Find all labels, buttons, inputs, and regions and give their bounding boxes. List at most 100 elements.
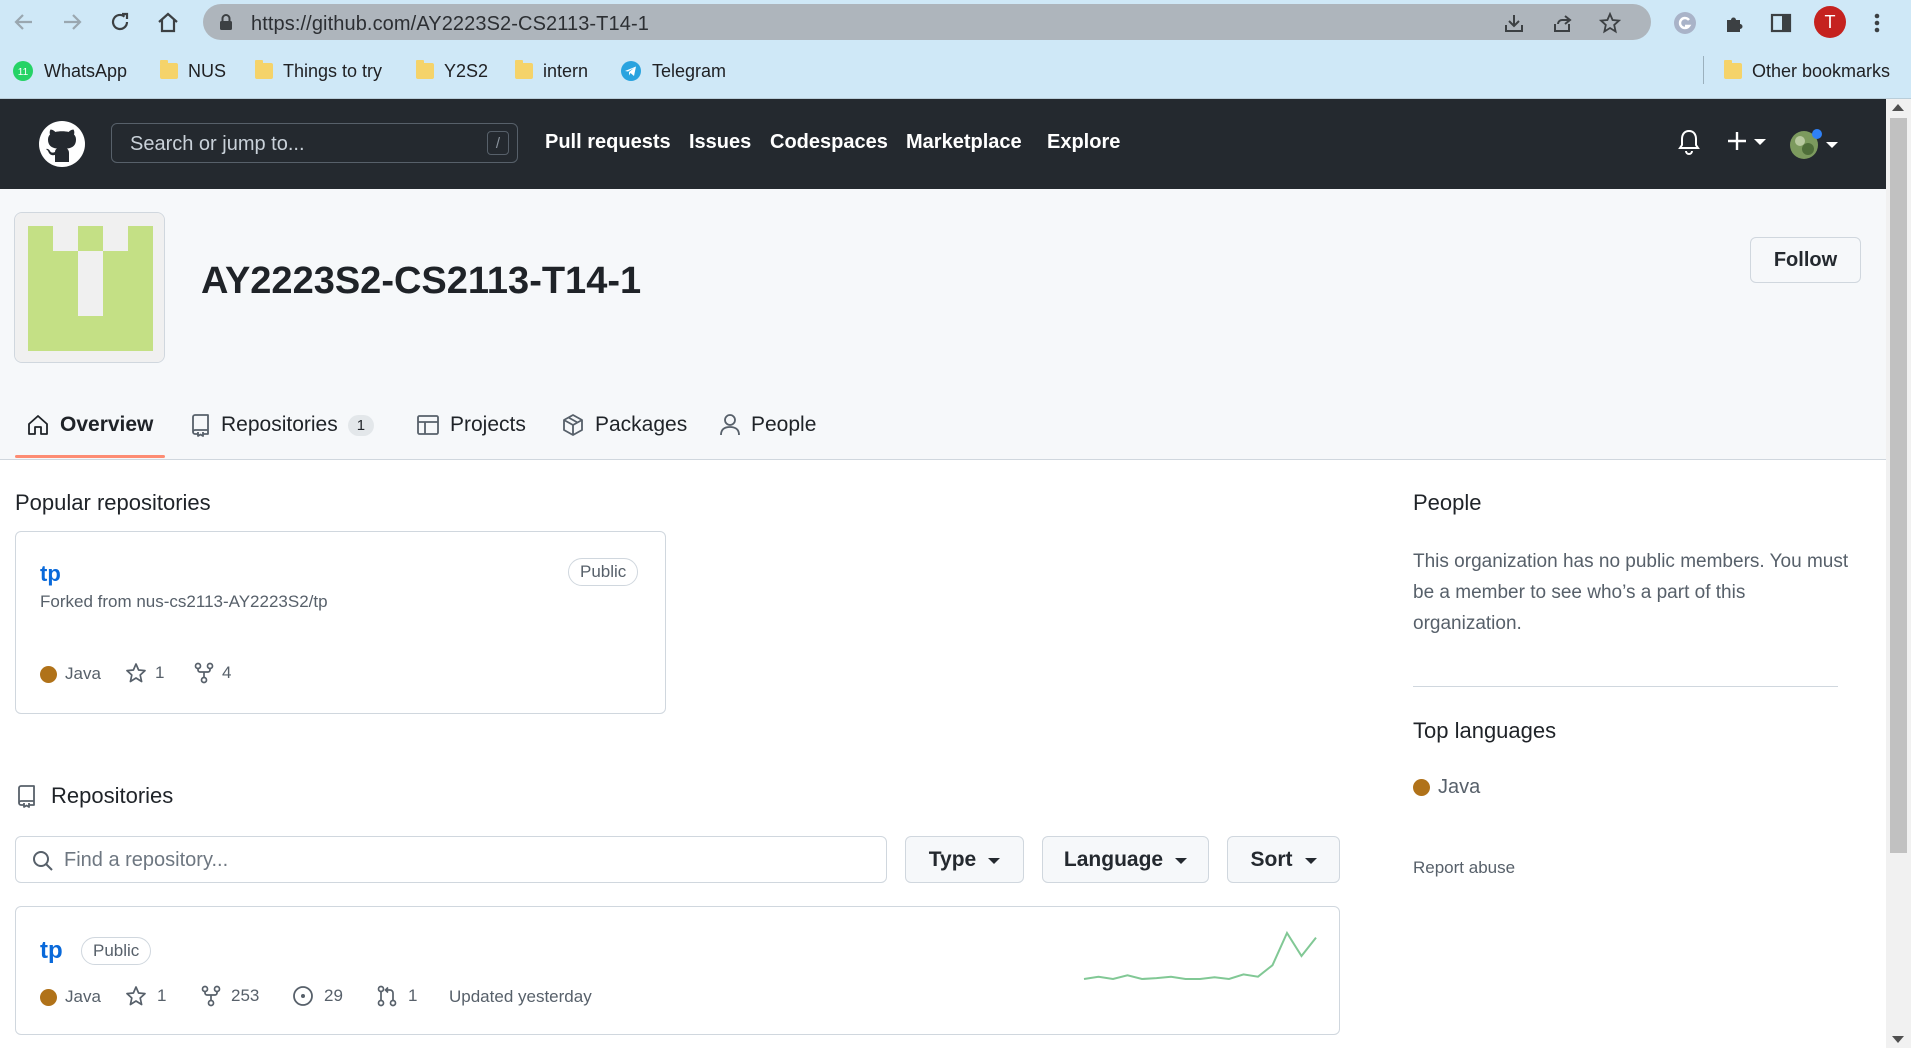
selected-tab-indicator — [15, 455, 165, 458]
bookmark-other-bookmarks[interactable]: Other bookmarks — [1724, 58, 1890, 84]
repo-link[interactable]: tp — [40, 937, 63, 965]
share-icon[interactable] — [1551, 12, 1573, 34]
type-filter-button[interactable]: Type — [905, 836, 1024, 883]
reload-button[interactable] — [104, 6, 136, 38]
extensions-icon[interactable] — [1722, 10, 1748, 36]
find-repository-input[interactable]: Find a repository... — [15, 836, 887, 883]
org-avatar — [14, 212, 165, 363]
address-bar[interactable]: https://github.com/AY2223S2-CS2113-T14-1 — [203, 4, 1651, 40]
scroll-up-arrow-icon[interactable] — [1892, 104, 1904, 111]
bookmark-label: NUS — [188, 60, 227, 81]
bookmark-label: intern — [543, 60, 589, 81]
bookmark-telegram[interactable]: Telegram — [620, 58, 726, 84]
repo-stars[interactable]: 1 — [125, 662, 164, 684]
nav-pull-requests[interactable]: Pull requests — [545, 131, 671, 154]
popular-repo-link[interactable]: tp — [40, 561, 61, 587]
tab-label: People — [751, 413, 817, 436]
find-repository-placeholder: Find a repository... — [64, 849, 229, 871]
side-panel-icon[interactable] — [1768, 10, 1794, 36]
stars-count: 1 — [157, 986, 167, 1005]
nav-explore[interactable]: Explore — [1047, 131, 1120, 154]
repo-forks[interactable]: 4 — [194, 662, 231, 684]
updated-time: Updated yesterday — [449, 987, 592, 1006]
nav-marketplace[interactable]: Marketplace — [906, 131, 1022, 154]
report-abuse-link[interactable]: Report abuse — [1413, 858, 1515, 878]
search-shortcut-key: / — [487, 131, 509, 155]
org-name: AY2223S2-CS2113-T14-1 — [201, 260, 642, 302]
bookmark-whatsapp[interactable]: 11 WhatsApp — [12, 58, 127, 84]
grammarly-icon[interactable] — [1672, 10, 1698, 36]
repo-stars[interactable]: 1 — [125, 985, 166, 1007]
follow-button[interactable]: Follow — [1750, 237, 1861, 283]
home-button[interactable] — [152, 6, 184, 38]
person-icon — [720, 414, 740, 436]
bookmark-y2s2[interactable]: Y2S2 — [416, 58, 488, 84]
user-avatar-menu-icon[interactable] — [1788, 129, 1840, 161]
issues-count: 29 — [324, 986, 343, 1005]
sort-filter-button[interactable]: Sort — [1227, 836, 1340, 883]
people-section-title: People — [1413, 490, 1482, 515]
tab-overview[interactable]: Overview — [26, 410, 153, 440]
nav-issues[interactable]: Issues — [689, 131, 751, 154]
people-description: This organization has no public members.… — [1413, 551, 1849, 634]
stars-count: 1 — [155, 663, 165, 682]
svg-text:11: 11 — [18, 67, 29, 78]
repo-icon — [192, 414, 209, 437]
tab-projects[interactable]: Projects — [416, 410, 526, 440]
filter-label: Language — [1063, 847, 1164, 871]
whatsapp-icon: 11 — [13, 61, 33, 81]
folder-icon — [416, 60, 434, 79]
scroll-down-arrow-icon[interactable] — [1892, 1036, 1904, 1043]
notifications-bell-icon[interactable] — [1678, 129, 1700, 155]
tab-packages[interactable]: Packages — [561, 410, 687, 440]
back-button[interactable] — [8, 6, 40, 38]
language-filter-button[interactable]: Language — [1042, 836, 1209, 883]
home-icon — [158, 12, 178, 33]
create-new-plus-icon[interactable] — [1726, 129, 1768, 155]
github-logo-icon[interactable] — [38, 120, 86, 168]
repo-forks[interactable]: 253 — [201, 985, 259, 1007]
pull-request-icon — [377, 985, 397, 1007]
repo-language: Java — [40, 664, 101, 684]
identicon-image — [15, 213, 164, 362]
bookmark-label: Telegram — [652, 60, 727, 81]
bookmark-nus[interactable]: NUS — [160, 58, 226, 84]
scrollbar-thumb[interactable] — [1890, 118, 1907, 853]
bookmark-label: Other bookmarks — [1752, 60, 1891, 81]
repo-language: Java — [40, 987, 101, 1007]
install-app-icon[interactable] — [1503, 12, 1525, 34]
repositories-count-badge: 1 — [347, 414, 375, 436]
forward-button[interactable] — [56, 6, 88, 38]
lock-icon — [220, 14, 232, 30]
sparkline-line — [1083, 930, 1317, 981]
search-placeholder: Search or jump to... — [130, 133, 305, 155]
filter-label: Sort — [1250, 847, 1293, 871]
issue-opened-icon — [293, 986, 313, 1006]
browser-menu-icon[interactable] — [1864, 10, 1890, 36]
browser-profile-avatar[interactable]: T — [1814, 6, 1846, 38]
language-label: Java — [65, 987, 101, 1006]
top-language-item: Java — [1413, 776, 1480, 799]
tab-repositories[interactable]: Repositories 1 — [189, 410, 375, 440]
language-color-dot — [1413, 779, 1430, 796]
forks-count: 4 — [222, 663, 232, 682]
repo-issues[interactable]: 29 — [292, 985, 343, 1007]
folder-icon — [1724, 60, 1742, 79]
github-search-input[interactable]: Search or jump to... / — [111, 123, 518, 163]
bookmark-star-icon[interactable] — [1599, 12, 1621, 34]
tab-people[interactable]: People — [719, 410, 816, 440]
url-text: https://github.com/AY2223S2-CS2113-T14-1 — [251, 13, 649, 35]
caret-down-icon — [1175, 858, 1188, 864]
bookmark-things-to-try[interactable]: Things to try — [255, 58, 382, 84]
caret-down-icon — [1304, 858, 1317, 864]
nav-codespaces[interactable]: Codespaces — [770, 131, 888, 154]
star-icon — [126, 986, 146, 1006]
package-icon — [563, 414, 583, 436]
tab-label: Repositories — [221, 413, 338, 436]
caret-down-icon — [988, 858, 1001, 864]
bookmark-intern[interactable]: intern — [515, 58, 588, 84]
forked-from-text: Forked from nus-cs2113-AY2223S2/tp — [40, 592, 328, 611]
bookmark-label: Things to try — [283, 60, 383, 81]
repo-pull-requests[interactable]: 1 — [376, 985, 417, 1007]
github-header: Search or jump to... / Pull requests Iss… — [0, 99, 1886, 189]
